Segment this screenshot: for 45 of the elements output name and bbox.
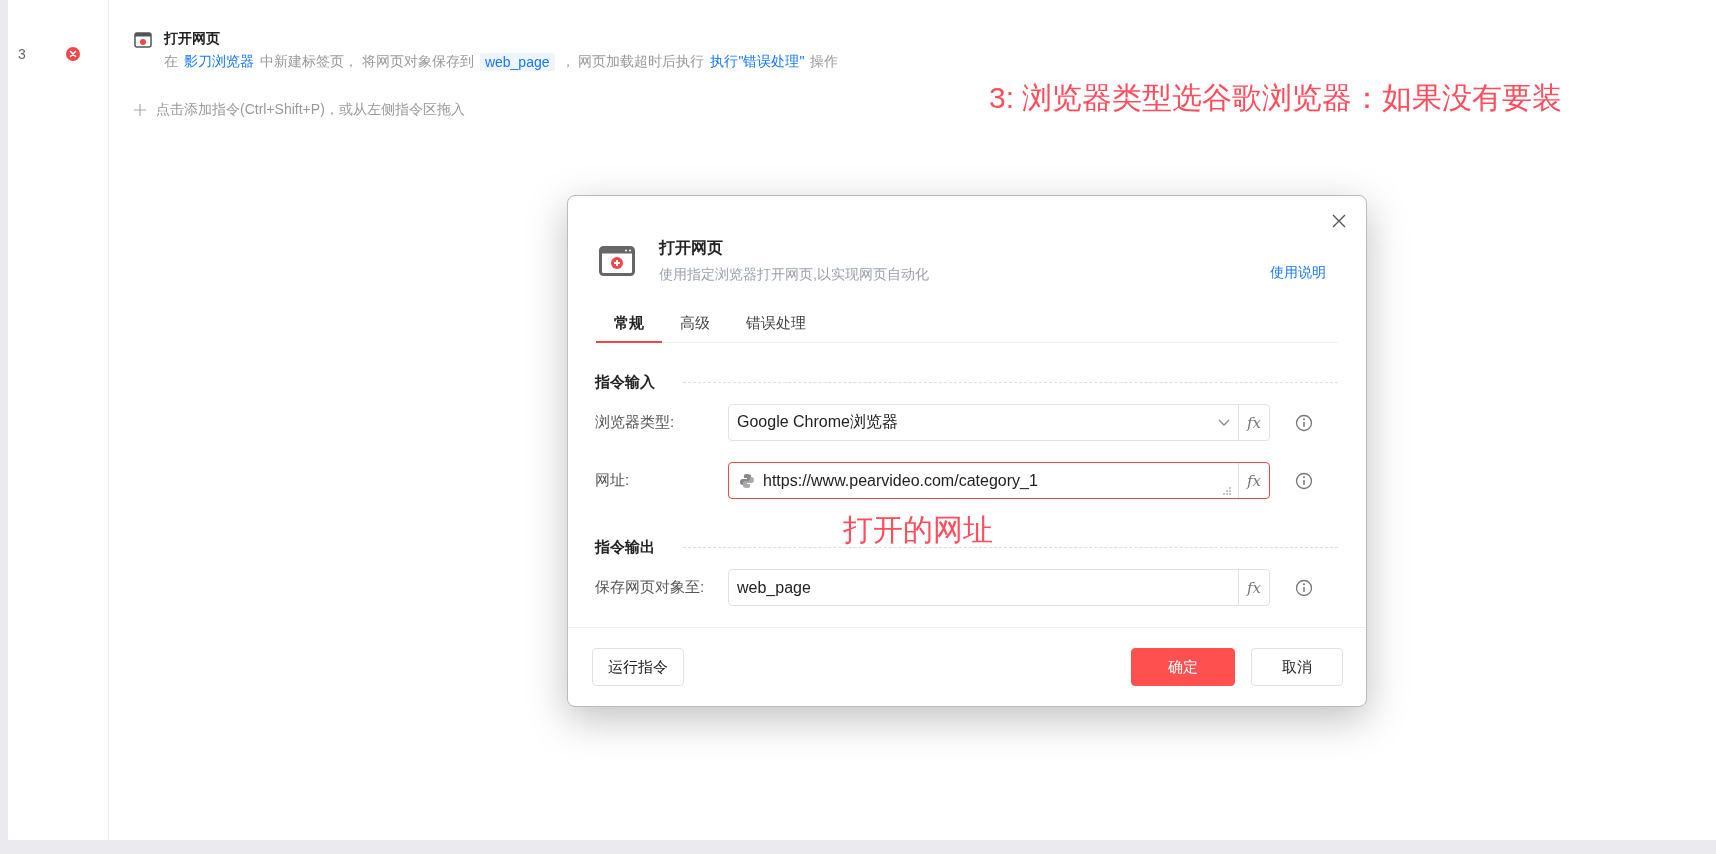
link[interactable]: 执行"错误处理" [710,53,805,71]
plus-icon [134,104,146,116]
annotation-text: 打开的网址 [843,513,993,546]
line-number: 3 [18,46,27,62]
annotation-text: 3: 浏览器类型选谷歌浏览器：如果没有要装 [989,80,1563,116]
description-text: 操作 [810,53,839,71]
section-title: 指令输出 [595,538,655,557]
help-link[interactable]: 使用说明 [1270,264,1326,282]
field-label: 网址: [595,471,631,490]
variable-tag[interactable]: web_page [479,53,555,71]
field-value: https://www.pearvideo.com/category_1 [762,471,1039,490]
info-icon[interactable] [1295,471,1313,490]
field-label: 保存网页对象至: [595,578,706,597]
add-command-hint[interactable]: 点击添加指令(Ctrl+Shift+P)，或从左侧指令区拖入 [156,101,465,119]
field-value: Google Chrome浏览器 [736,412,899,432]
link[interactable]: 影刀浏览器 [184,53,254,71]
input-field[interactable]: https://www.pearvideo.com/category_1 fx [728,462,1270,499]
button[interactable]: 取消 [1251,648,1343,686]
input-field[interactable]: web_page fx [728,569,1270,606]
resize-handle-icon[interactable] [1223,487,1231,495]
dialog-subtitle: 使用指定浏览器打开网页,以实现网页自动化 [659,266,930,284]
description-text: 在 [164,53,178,71]
tab[interactable]: 常规 [596,308,662,343]
tab[interactable]: 高级 [662,308,728,343]
info-icon[interactable] [1295,578,1313,597]
python-icon [739,472,755,489]
section-title: 指令输入 [595,373,655,392]
formula-button[interactable]: fx [1238,463,1269,498]
tab[interactable]: 错误处理 [728,308,824,343]
confirm-button[interactable]: 确定 [1131,648,1235,686]
description-text: ， 网页加载超时后执行 [560,53,705,71]
field-label: 浏览器类型: [595,413,676,432]
formula-button[interactable]: fx [1238,570,1269,605]
browser-icon [599,246,635,276]
close-icon[interactable] [1332,214,1346,228]
command-title: 打开网页 [164,30,221,48]
chevron-down-icon [1218,418,1230,427]
dropdown[interactable]: Google Chrome浏览器 fx [728,404,1270,441]
dialog-title: 打开网页 [659,238,724,258]
field-value: web_page [736,578,812,597]
button[interactable]: 运行指令 [592,648,684,686]
browser-icon [134,32,152,48]
info-icon[interactable] [1295,413,1313,432]
formula-button[interactable]: fx [1238,405,1269,440]
description-text: 中新建标签页， 将网页对象保存到 [260,53,474,71]
